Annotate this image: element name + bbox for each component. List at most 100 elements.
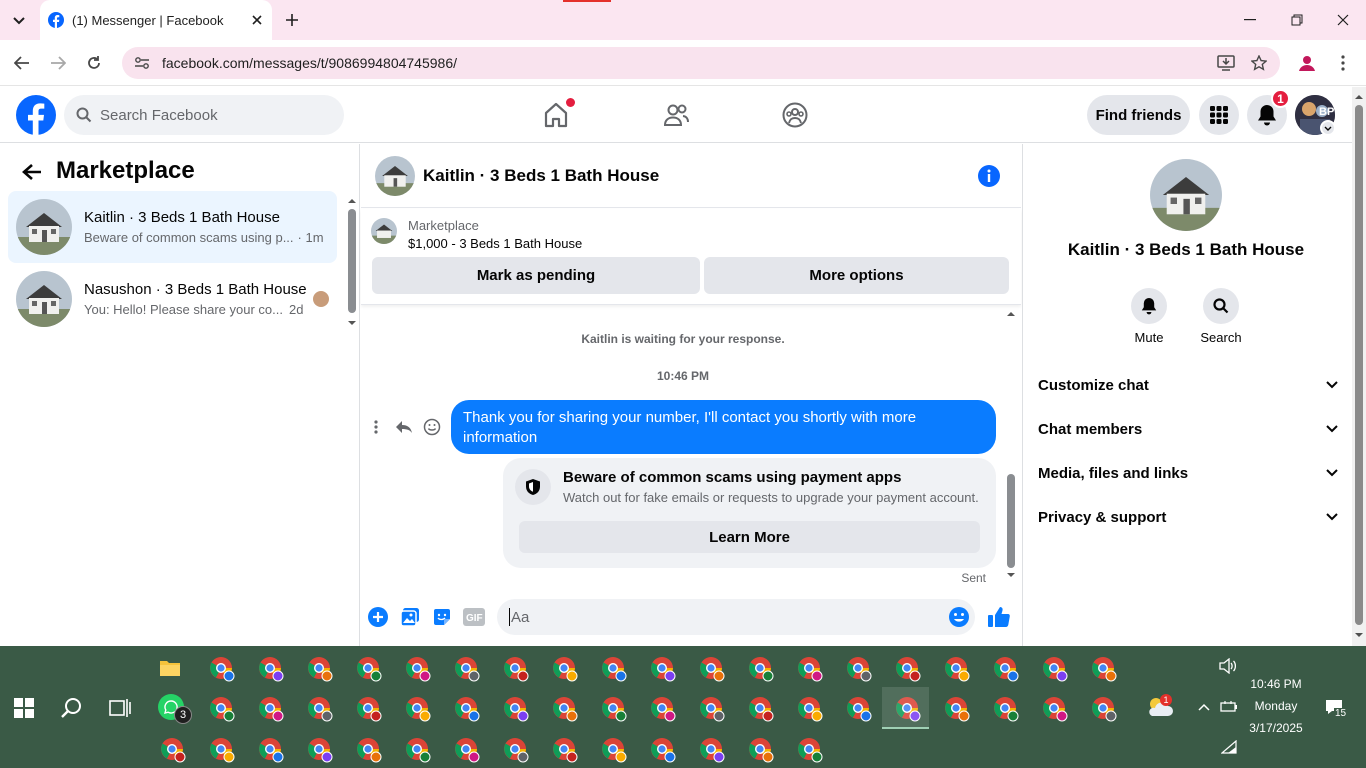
site-info-icon[interactable] xyxy=(134,56,150,70)
browser-menu-icon[interactable] xyxy=(1335,53,1351,73)
close-tab-icon[interactable] xyxy=(252,15,262,25)
chrome-window-icon[interactable] xyxy=(258,737,284,763)
chrome-window-icon[interactable] xyxy=(552,696,578,722)
chrome-window-icon[interactable] xyxy=(601,656,627,682)
chrome-window-icon[interactable] xyxy=(160,737,186,763)
minimize-icon[interactable] xyxy=(1240,12,1260,28)
chrome-window-icon[interactable] xyxy=(699,656,725,682)
chat-title[interactable]: Kaitlin · 3 Beds 1 Bath House xyxy=(423,166,659,186)
task-view-icon[interactable] xyxy=(108,696,132,720)
chrome-window-icon[interactable] xyxy=(1042,656,1068,682)
chrome-window-icon[interactable] xyxy=(258,696,284,722)
chrome-window-icon[interactable] xyxy=(650,656,676,682)
chrome-window-icon[interactable] xyxy=(699,696,725,722)
chrome-window-icon[interactable] xyxy=(944,696,970,722)
gif-icon[interactable]: GIF xyxy=(462,607,486,627)
profile-name[interactable]: Kaitlin · 3 Beds 1 Bath House xyxy=(1038,240,1334,260)
forward-icon[interactable] xyxy=(48,53,68,73)
clock-date[interactable]: 3/17/2025 xyxy=(1244,721,1308,735)
chrome-window-icon[interactable] xyxy=(209,696,235,722)
chrome-window-icon[interactable] xyxy=(405,656,431,682)
chrome-window-icon[interactable] xyxy=(356,737,382,763)
chrome-window-icon[interactable] xyxy=(503,737,529,763)
battery-icon[interactable] xyxy=(1219,699,1239,715)
page-scrollbar[interactable] xyxy=(1352,87,1366,646)
listing-title[interactable]: $1,000 - 3 Beds 1 Bath House xyxy=(408,236,582,251)
reply-icon[interactable] xyxy=(393,417,415,437)
add-actions-icon[interactable] xyxy=(367,606,389,628)
windows-start-icon[interactable] xyxy=(12,696,36,720)
restore-icon[interactable] xyxy=(1287,12,1307,28)
nav-home[interactable] xyxy=(516,95,596,135)
chrome-window-icon[interactable] xyxy=(797,656,823,682)
chrome-window-icon[interactable] xyxy=(748,656,774,682)
window-close-icon[interactable] xyxy=(1333,12,1353,28)
chrome-window-icon[interactable] xyxy=(1091,696,1117,722)
back-arrow-icon[interactable] xyxy=(20,160,44,184)
chrome-window-icon[interactable] xyxy=(503,696,529,722)
chrome-window-icon[interactable] xyxy=(454,656,480,682)
chrome-window-icon[interactable] xyxy=(650,737,676,763)
facebook-search-input[interactable]: Search Facebook xyxy=(64,95,344,135)
more-actions-icon[interactable] xyxy=(368,417,384,437)
chrome-window-icon[interactable] xyxy=(601,696,627,722)
nav-groups[interactable] xyxy=(755,95,835,135)
facebook-logo-icon[interactable] xyxy=(16,95,56,135)
mute-button[interactable]: Mute xyxy=(1119,288,1179,345)
mark-as-pending-button[interactable]: Mark as pending xyxy=(372,257,700,294)
message-input[interactable]: Aa xyxy=(497,599,975,635)
learn-more-button[interactable]: Learn More xyxy=(519,521,980,553)
conversation-item[interactable]: Nasushon · 3 Beds 1 Bath House You: Hell… xyxy=(8,263,337,335)
profile-avatar[interactable] xyxy=(1150,159,1222,231)
chrome-window-icon[interactable] xyxy=(552,737,578,763)
chrome-window-icon[interactable] xyxy=(209,737,235,763)
chrome-window-icon[interactable] xyxy=(748,696,774,722)
listing-thumbnail[interactable] xyxy=(371,218,397,244)
find-friends-button[interactable]: Find friends xyxy=(1087,95,1190,135)
chrome-window-icon[interactable] xyxy=(797,696,823,722)
chrome-window-icon[interactable] xyxy=(895,656,921,682)
chrome-window-icon[interactable] xyxy=(307,737,333,763)
media-files-links-section[interactable]: Media, files and links xyxy=(1038,458,1338,488)
nav-friends[interactable] xyxy=(636,95,716,135)
chrome-window-icon[interactable] xyxy=(356,696,382,722)
chrome-window-icon[interactable] xyxy=(993,656,1019,682)
like-thumb-icon[interactable] xyxy=(986,604,1012,630)
clock-day[interactable]: Monday xyxy=(1244,699,1308,713)
chrome-window-icon[interactable] xyxy=(601,737,627,763)
privacy-support-section[interactable]: Privacy & support xyxy=(1038,502,1338,532)
chrome-window-icon[interactable] xyxy=(307,656,333,682)
emoji-icon[interactable] xyxy=(947,605,971,629)
search-conversation-button[interactable]: Search xyxy=(1191,288,1251,345)
chrome-window-icon[interactable] xyxy=(748,737,774,763)
more-options-button[interactable]: More options xyxy=(704,257,1009,294)
menu-button[interactable] xyxy=(1199,95,1239,135)
chat-scrollbar[interactable] xyxy=(1006,308,1016,580)
chrome-window-icon[interactable] xyxy=(454,737,480,763)
customize-chat-section[interactable]: Customize chat xyxy=(1038,370,1338,400)
chrome-window-icon[interactable] xyxy=(405,737,431,763)
chrome-window-icon[interactable] xyxy=(1042,696,1068,722)
chrome-window-icon[interactable] xyxy=(944,656,970,682)
chrome-window-icon[interactable] xyxy=(552,656,578,682)
tray-overflow-chevron-icon[interactable] xyxy=(1196,700,1212,714)
chrome-window-icon[interactable] xyxy=(209,656,235,682)
chrome-window-icon[interactable] xyxy=(797,737,823,763)
back-icon[interactable] xyxy=(12,53,32,73)
install-app-icon[interactable] xyxy=(1216,53,1236,73)
chrome-window-icon[interactable] xyxy=(503,656,529,682)
info-icon[interactable] xyxy=(977,164,1001,188)
react-emoji-icon[interactable] xyxy=(422,417,442,437)
address-bar[interactable]: facebook.com/messages/t/9086994804745986… xyxy=(122,47,1280,79)
browser-tab[interactable]: (1) Messenger | Facebook xyxy=(40,0,272,40)
volume-icon[interactable] xyxy=(1218,657,1238,675)
sent-message-bubble[interactable]: Thank you for sharing your number, I'll … xyxy=(451,400,996,454)
chrome-window-icon[interactable] xyxy=(650,696,676,722)
chrome-window-icon[interactable] xyxy=(405,696,431,722)
chat-avatar[interactable] xyxy=(375,155,415,196)
chrome-window-icon[interactable] xyxy=(993,696,1019,722)
wifi-icon[interactable] xyxy=(1219,739,1239,755)
chrome-window-icon[interactable] xyxy=(846,696,872,722)
bookmark-star-icon[interactable] xyxy=(1249,53,1269,73)
profile-icon[interactable] xyxy=(1297,53,1317,73)
